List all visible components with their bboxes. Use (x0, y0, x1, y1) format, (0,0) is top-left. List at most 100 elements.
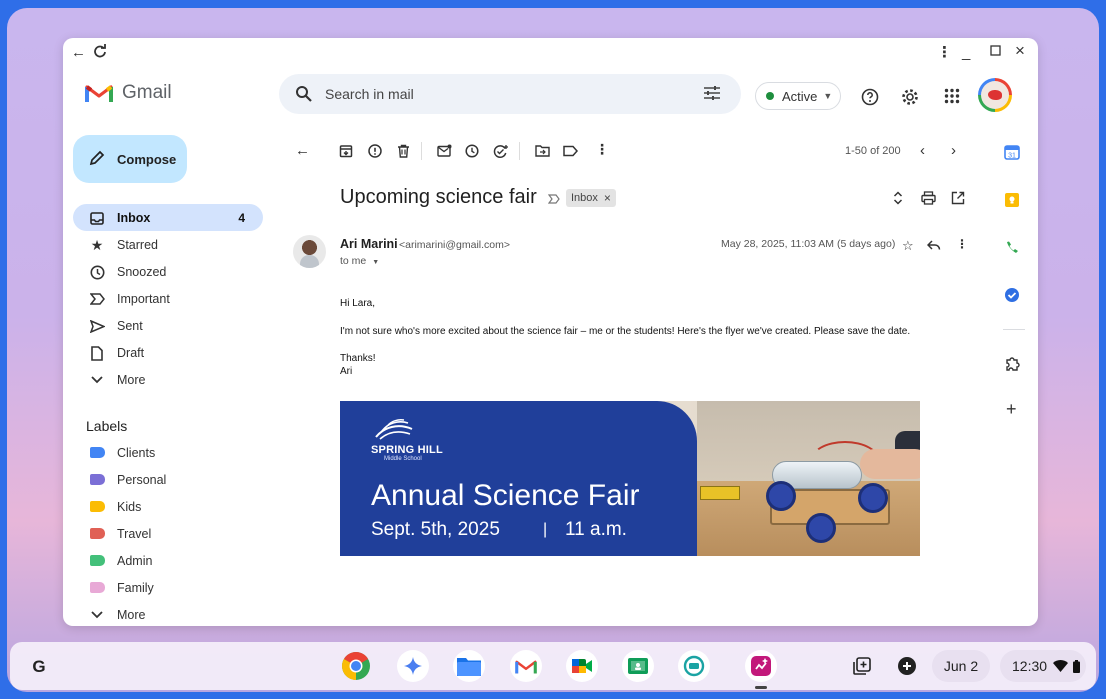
compose-button[interactable]: Compose (73, 135, 187, 183)
snooze-icon[interactable] (465, 144, 479, 163)
browser-window: ← ⋮ _ × Gmail Search in mail Active ▼ Co… (63, 38, 1038, 626)
search-input[interactable] (325, 82, 685, 106)
gmail-app-icon[interactable] (510, 650, 542, 682)
print-icon[interactable] (921, 191, 936, 210)
photo-wheel (858, 483, 888, 513)
recipient-dropdown[interactable]: to me ▼ (340, 255, 379, 267)
pencil-icon (89, 150, 105, 169)
photos-app-icon[interactable] (745, 650, 777, 682)
launcher-button[interactable]: G (26, 654, 52, 680)
date-pill[interactable]: Jun 2 (932, 650, 990, 682)
keep-notes-icon[interactable] (1004, 192, 1020, 213)
battery-icon (1073, 659, 1081, 673)
add-task-icon[interactable] (493, 144, 509, 164)
star-outline-icon[interactable]: ☆ (902, 238, 914, 254)
close-icon[interactable]: × (1015, 42, 1025, 60)
settings-gear-icon[interactable] (901, 88, 919, 111)
label-item-personal[interactable]: Personal (73, 466, 263, 493)
wifi-icon (1053, 660, 1069, 672)
shelf-time: 12:30 (1012, 658, 1048, 674)
report-spam-icon[interactable] (368, 144, 382, 163)
label-item-family[interactable]: Family (73, 574, 263, 601)
back-arrow-icon[interactable]: ← (71, 44, 86, 62)
flyer-title: Annual Science Fair (371, 479, 640, 512)
account-avatar[interactable] (978, 78, 1012, 112)
label-name: More (117, 607, 146, 622)
sidebar-item-important[interactable]: Important (73, 285, 263, 312)
inbox-label-chip: Inbox × (566, 189, 616, 207)
tasks-icon[interactable] (1004, 287, 1020, 308)
open-in-new-window-icon[interactable] (951, 191, 965, 210)
classroom-app-icon[interactable] (622, 650, 654, 682)
label-icon[interactable] (563, 144, 579, 162)
files-app-icon[interactable] (453, 650, 485, 682)
science-fair-flyer-image[interactable]: SPRING HILL Middle School Annual Science… (340, 401, 920, 556)
next-page-icon[interactable]: › (951, 142, 956, 159)
label-name: Admin (117, 553, 153, 568)
sender-avatar[interactable] (293, 235, 326, 268)
sidebar-item-label: Snoozed (117, 264, 167, 279)
flyer-separator: | (543, 521, 548, 538)
label-item-admin[interactable]: Admin (73, 547, 263, 574)
prev-page-icon[interactable]: ‹ (920, 142, 925, 159)
sidebar-item-sent[interactable]: Sent (73, 312, 263, 339)
sender-name[interactable]: Ari Marini (340, 237, 398, 251)
help-icon[interactable] (861, 88, 879, 111)
add-plus-icon[interactable]: + (1006, 399, 1017, 420)
search-bar[interactable] (279, 74, 741, 114)
expand-collapse-icon[interactable] (893, 191, 903, 210)
message-more-icon[interactable]: ⋮ (956, 237, 968, 251)
more-vert-icon[interactable]: ⋮ (937, 44, 952, 62)
sidebar-item-draft[interactable]: Draft (73, 339, 263, 366)
move-to-folder-icon[interactable] (535, 144, 550, 162)
delete-icon[interactable] (397, 144, 410, 163)
archive-icon[interactable] (339, 144, 353, 163)
sidebar-item-inbox[interactable]: Inbox 4 (73, 204, 263, 231)
sidebar-item-more[interactable]: More (73, 366, 263, 393)
search-icon[interactable] (295, 85, 312, 107)
email-paragraph: I'm not sure who's more excited about th… (340, 326, 911, 337)
calendar-icon[interactable]: 31 (1004, 144, 1020, 165)
status-dropdown[interactable]: Active ▼ (755, 82, 841, 110)
status-tray[interactable]: 12:30 (1000, 650, 1086, 682)
gemini-app-icon[interactable] (397, 650, 429, 682)
label-tag-icon (90, 555, 105, 566)
system-shelf: G Jun 2 12:30 (10, 642, 1096, 690)
minimize-icon[interactable]: _ (962, 44, 970, 62)
back-to-inbox-icon[interactable]: ← (295, 142, 310, 159)
chrome-app-icon[interactable] (340, 650, 372, 682)
reload-icon[interactable] (93, 44, 107, 63)
add-ons-puzzle-icon[interactable] (1004, 356, 1020, 377)
label-item-clients[interactable]: Clients (73, 439, 263, 466)
label-item-travel[interactable]: Travel (73, 520, 263, 547)
maximize-icon[interactable] (990, 43, 1001, 61)
photo-battery (700, 486, 740, 500)
label-name: Personal (117, 472, 167, 487)
more-options-icon[interactable]: ⋮ (595, 141, 609, 158)
pagination-text: 1-50 of 200 (845, 145, 901, 157)
gmail-logo[interactable]: Gmail (85, 82, 172, 104)
chat-app-icon[interactable] (678, 650, 710, 682)
apps-grid-icon[interactable] (944, 88, 960, 109)
mark-unread-icon[interactable] (437, 144, 452, 162)
contacts-phone-icon[interactable] (1004, 240, 1020, 261)
inbox-icon (89, 210, 105, 226)
reply-icon[interactable] (926, 238, 941, 256)
sidebar-item-starred[interactable]: ★ Starred (73, 231, 263, 258)
add-circle-icon[interactable] (891, 650, 923, 682)
label-name: Family (117, 580, 154, 595)
importance-marker-icon[interactable] (547, 191, 560, 209)
gmail-m-icon (85, 85, 113, 102)
label-item-more[interactable]: More (73, 601, 263, 626)
side-panel-divider (1003, 329, 1025, 330)
chevron-down-icon (89, 372, 105, 388)
meet-app-icon[interactable] (566, 650, 598, 682)
search-options-icon[interactable] (703, 85, 721, 106)
sidebar-item-snoozed[interactable]: Snoozed (73, 258, 263, 285)
important-icon (89, 291, 105, 307)
screen-capture-icon[interactable] (846, 650, 878, 682)
label-item-kids[interactable]: Kids (73, 493, 263, 520)
status-dot (766, 92, 774, 100)
remove-label-icon[interactable]: × (604, 191, 611, 205)
clock-icon (89, 264, 105, 280)
